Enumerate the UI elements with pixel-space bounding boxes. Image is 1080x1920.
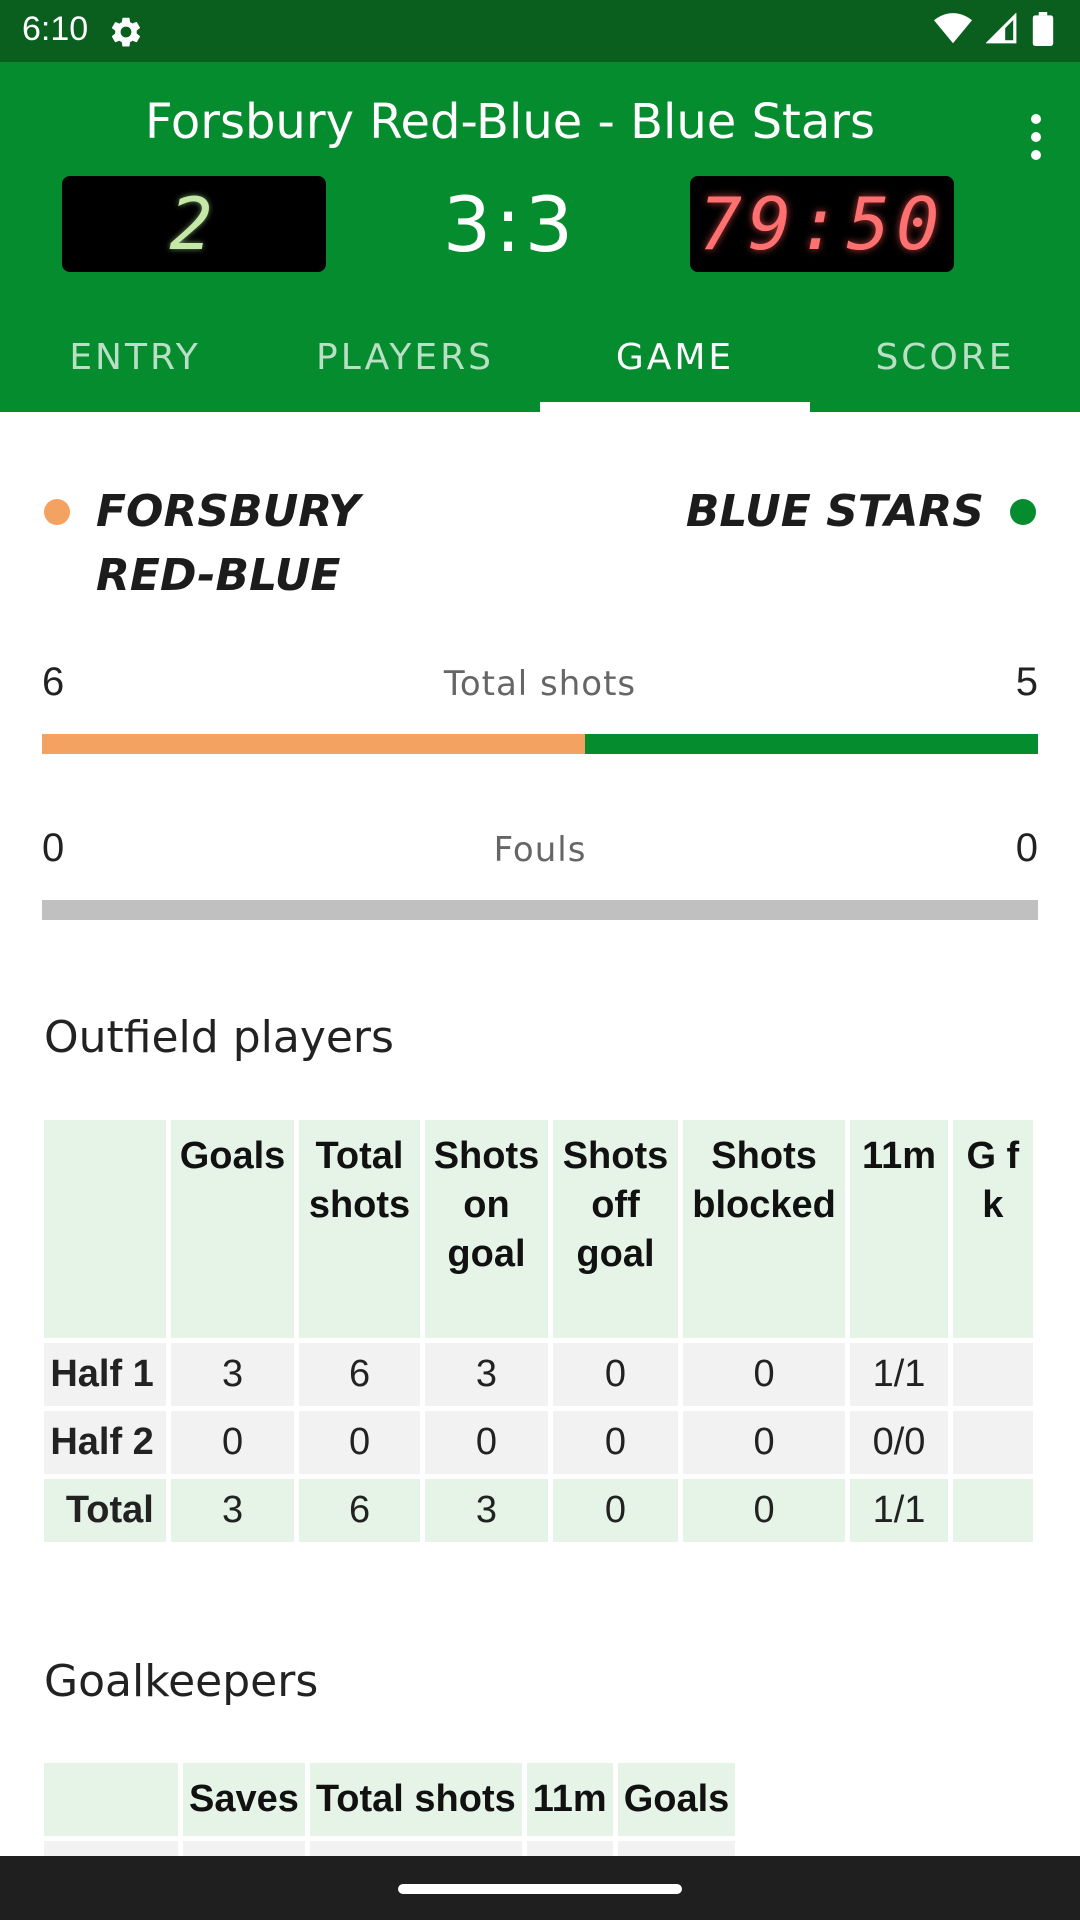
cell: 0 — [682, 1479, 846, 1542]
tab-players[interactable]: PLAYERS — [270, 317, 540, 412]
battery-icon — [1032, 12, 1054, 46]
total-shots-bar — [42, 734, 1038, 754]
cell: 6 — [299, 1343, 420, 1406]
cell: 3 — [424, 1479, 549, 1542]
cell — [309, 1841, 522, 1856]
home-team-name-line2: RED-BLUE — [96, 550, 341, 601]
home-team-color-dot — [44, 499, 70, 525]
status-time: 6:10 — [22, 10, 89, 48]
cell: 0 — [170, 1411, 295, 1474]
header-shots-blocked: Shots blocked — [682, 1120, 846, 1338]
row-label: Total — [44, 1479, 166, 1542]
score-display: 3:3 — [442, 180, 578, 269]
home-gesture-handle[interactable] — [398, 1884, 682, 1894]
match-title: Forsbury Red-Blue - Blue Stars — [144, 94, 876, 150]
cell: 0 — [424, 1411, 549, 1474]
status-bar: 6:10 — [0, 0, 1080, 62]
cell — [183, 1841, 305, 1856]
home-team-name-line1: FORSBURY — [96, 486, 360, 537]
cell: 1/1 — [850, 1479, 948, 1542]
cell — [44, 1841, 178, 1856]
row-label: Half 2 — [44, 1411, 166, 1474]
away-total-shots: 5 — [1015, 660, 1038, 704]
goalkeepers-section-title: Goalkeepers — [44, 1656, 319, 1707]
tab-entry[interactable]: ENTRY — [0, 317, 270, 412]
goalkeepers-table-container[interactable]: Saves Total shots 11m Goals — [44, 1758, 1038, 1856]
cell-signal-icon — [986, 13, 1017, 44]
tab-game[interactable]: GAME — [540, 317, 810, 412]
gk-header-goals: Goals — [617, 1763, 736, 1836]
header-goals: Goals — [170, 1120, 295, 1338]
cell — [617, 1841, 736, 1856]
cell — [952, 1343, 1033, 1406]
status-icons — [934, 12, 1054, 46]
cell: 1/1 — [850, 1343, 948, 1406]
outfield-table: Goals Total shots Shots on goal Shots of… — [44, 1115, 1038, 1547]
gk-header-11m: 11m — [526, 1763, 613, 1836]
cell: 0 — [682, 1411, 846, 1474]
gk-header-total-shots: Total shots — [309, 1763, 522, 1836]
header-11m: 11m — [850, 1120, 948, 1338]
table-row — [44, 1841, 736, 1856]
table-row: Half 1 3 6 3 0 0 1/1 — [44, 1343, 1033, 1406]
home-team-name: FORSBURY RED-BLUE — [96, 480, 360, 608]
tab-bar: ENTRY PLAYERS GAME SCORE — [0, 317, 1080, 412]
cell: 0 — [553, 1411, 678, 1474]
more-vert-icon[interactable] — [1022, 114, 1050, 164]
settings-gear-icon — [111, 17, 140, 47]
header-shots-off-goal: Shots off goal — [553, 1120, 678, 1338]
table-row-total: Total 3 6 3 0 0 1/1 — [44, 1479, 1033, 1542]
clock-display[interactable]: 79:50 — [690, 176, 954, 272]
goalkeepers-table: Saves Total shots 11m Goals — [44, 1758, 740, 1856]
tab-score[interactable]: SCORE — [810, 317, 1080, 412]
cell: 0 — [682, 1343, 846, 1406]
away-team-color-dot — [1010, 499, 1036, 525]
away-team-name: BLUE STARS — [685, 486, 984, 537]
app-bar: Forsbury Red-Blue - Blue Stars 2 3:3 79:… — [0, 62, 1080, 412]
gk-header-saves: Saves — [183, 1763, 305, 1836]
cell — [526, 1841, 613, 1856]
cell: 3 — [170, 1343, 295, 1406]
cell: 0 — [553, 1343, 678, 1406]
outfield-section-title: Outfield players — [44, 1012, 394, 1063]
header-goals-free-kick: G f k — [952, 1120, 1033, 1338]
cell: 3 — [424, 1343, 549, 1406]
cell: 0 — [553, 1479, 678, 1542]
wifi-icon — [934, 13, 972, 44]
total-shots-bar-home — [42, 734, 586, 754]
outfield-table-container[interactable]: Goals Total shots Shots on goal Shots of… — [44, 1115, 1038, 1547]
cell: 0 — [299, 1411, 420, 1474]
away-fouls: 0 — [1015, 826, 1038, 870]
outfield-header-empty — [44, 1120, 166, 1338]
fouls-bar — [42, 900, 1038, 920]
gk-header-empty — [44, 1763, 178, 1836]
cell: 3 — [170, 1479, 295, 1542]
navigation-bar — [0, 1856, 1080, 1920]
header-total-shots: Total shots — [299, 1120, 420, 1338]
cell: 6 — [299, 1479, 420, 1542]
cell — [952, 1479, 1033, 1542]
fouls-label: Fouls — [493, 830, 587, 870]
period-display: 2 — [62, 176, 326, 272]
cell — [952, 1411, 1033, 1474]
cell: 0/0 — [850, 1411, 948, 1474]
total-shots-label: Total shots — [443, 664, 637, 704]
table-row: Half 2 0 0 0 0 0 0/0 — [44, 1411, 1033, 1474]
row-label: Half 1 — [44, 1343, 166, 1406]
header-shots-on-goal: Shots on goal — [424, 1120, 549, 1338]
total-shots-bar-away — [585, 734, 1038, 754]
